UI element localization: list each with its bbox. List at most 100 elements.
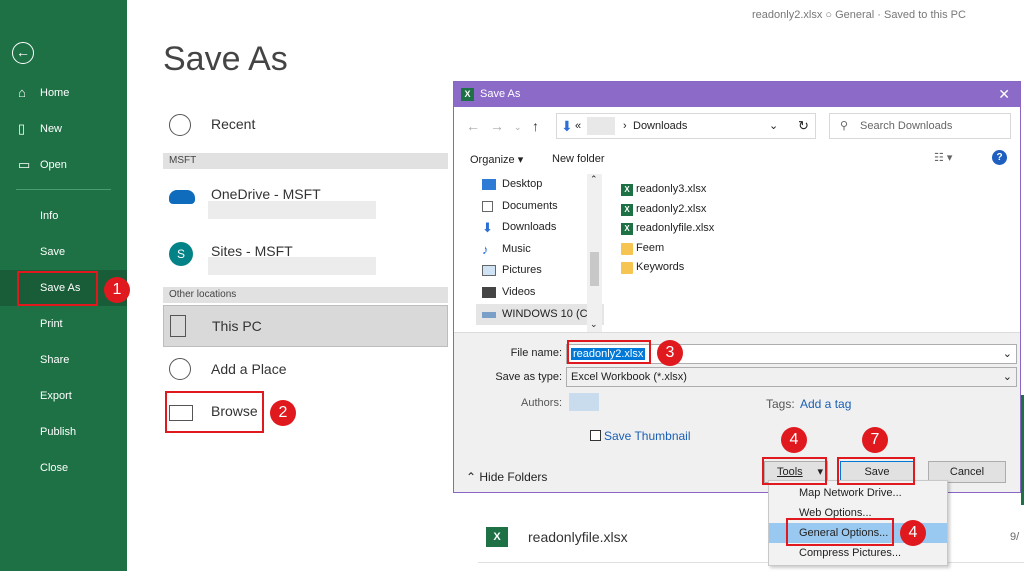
tree-item-desktop[interactable]: Desktop (476, 174, 604, 196)
thumbnail-label: Save Thumbnail (604, 429, 691, 443)
chevron-right-icon: › (623, 120, 627, 132)
videos-icon (482, 286, 496, 298)
folder-item[interactable]: Feem (620, 239, 714, 259)
step-badge-2: 2 (270, 400, 296, 426)
location-recent[interactable]: Recent (163, 104, 448, 146)
sidebar-divider (16, 189, 111, 190)
sharepoint-icon: S (169, 242, 193, 266)
menu-item-map-network-drive[interactable]: Map Network Drive... (769, 483, 947, 503)
sidebar-item-print[interactable]: Print (0, 306, 127, 342)
refresh-icon[interactable]: ↻ (798, 118, 809, 134)
music-icon: ♪ (482, 241, 489, 257)
page-title: Save As (163, 40, 288, 78)
highlight-save (837, 457, 915, 485)
tree-scrollbar[interactable]: ⌃ ⌄ (587, 174, 602, 332)
file-item[interactable]: Xreadonly3.xlsx (620, 180, 714, 200)
step-badge-3: 3 (657, 340, 683, 366)
section-other-locations: Other locations (163, 287, 448, 303)
section-msft: MSFT (163, 153, 448, 169)
sidebar-item-publish[interactable]: Publish (0, 414, 127, 450)
tree-item-documents[interactable]: Documents (476, 196, 604, 218)
tree-item-pictures[interactable]: Pictures (476, 260, 604, 282)
chevron-down-icon[interactable]: ⌄ (1003, 345, 1012, 363)
highlight-file-name (567, 340, 651, 364)
location-this-pc[interactable]: This PC (163, 305, 448, 347)
tree-item-downloads[interactable]: ⬇ Downloads (476, 217, 604, 239)
location-add-place[interactable]: Add a Place (163, 349, 448, 391)
scroll-thumb[interactable] (590, 252, 599, 286)
address-text: Downloads (633, 120, 688, 132)
excel-file-icon: X (621, 203, 633, 216)
sidebar-item-new[interactable]: ▯ New (0, 111, 127, 147)
file-item[interactable]: Xreadonly2.xlsx (620, 200, 714, 220)
highlight-save-as (17, 271, 98, 306)
highlight-general-options (786, 518, 894, 546)
navigation-bar: ← → ⌄ ↑ ⬇ « › Downloads ⌄ ↻ ⚲ Search Dow… (454, 113, 1020, 141)
help-icon[interactable]: ? (992, 150, 1007, 165)
new-doc-icon: ▯ (18, 121, 26, 136)
dialog-title: Save As (480, 88, 521, 100)
chevron-down-icon[interactable]: ⌄ (769, 114, 778, 138)
redacted-site (208, 257, 376, 275)
menu-item-compress-pictures[interactable]: Compress Pictures... (769, 543, 947, 563)
tags-input[interactable]: Add a tag (800, 397, 851, 411)
recent-file-name[interactable]: readonlyfile.xlsx (528, 529, 628, 545)
search-input[interactable]: ⚲ Search Downloads (829, 113, 1011, 139)
step-badge-4b: 4 (900, 520, 926, 546)
folder-icon (621, 242, 633, 255)
forward-icon[interactable]: → (490, 118, 504, 134)
tags-label: Tags: (766, 397, 795, 411)
highlight-tools (762, 457, 827, 485)
download-arrow-icon: ⬇ (561, 118, 573, 134)
sidebar-item-open[interactable]: ▭ Open (0, 147, 127, 183)
highlight-browse (165, 391, 264, 433)
document-status: readonly2.xlsx ○ General · Saved to this… (752, 9, 966, 21)
authors-value[interactable] (569, 393, 599, 411)
back-icon[interactable]: ← (466, 118, 480, 134)
tree-item-windows-drive[interactable]: WINDOWS 10 (C:) (476, 303, 604, 326)
file-list: Xreadonly3.xlsx Xreadonly2.xlsx Xreadonl… (620, 180, 714, 278)
save-as-dialog: X Save As ✕ ← → ⌄ ↑ ⬇ « › Downloads ⌄ ↻ … (453, 81, 1021, 493)
sidebar-item-close[interactable]: Close (0, 450, 127, 486)
chevron-down-icon[interactable]: ⌄ (1003, 368, 1012, 386)
downloads-icon: ⬇ (482, 220, 493, 236)
folder-tree: Desktop Documents ⬇ Downloads ♪ Music Pict… (476, 174, 604, 330)
address-bar[interactable]: ⬇ « › Downloads ⌄ (556, 113, 816, 139)
up-icon[interactable]: ↑ (532, 118, 539, 134)
cloud-icon (169, 190, 195, 204)
hide-folders-button[interactable]: ⌃ Hide Folders (466, 470, 547, 484)
save-type-label: Save as type: (495, 371, 562, 383)
thumbnail-checkbox[interactable] (590, 430, 601, 441)
sidebar-item-save[interactable]: Save (0, 234, 127, 270)
close-icon[interactable]: ✕ (998, 82, 1010, 107)
scroll-up-icon[interactable]: ⌃ (590, 174, 598, 185)
save-type-select[interactable]: Excel Workbook (*.xlsx) ⌄ (566, 367, 1017, 387)
tree-item-videos[interactable]: Videos (476, 282, 604, 304)
folder-open-icon: ▭ (18, 157, 31, 172)
view-options-icon[interactable]: ☷ ▾ (934, 151, 952, 164)
dialog-toolbar: Organize ▾ New folder ☷ ▾ ? (454, 149, 1020, 171)
computer-icon (170, 315, 186, 337)
sidebar-item-home[interactable]: ⌂ Home (0, 75, 127, 111)
home-icon: ⌂ (18, 85, 26, 100)
clock-icon (169, 114, 191, 136)
sidebar-item-export[interactable]: Export (0, 378, 127, 414)
organize-button[interactable]: Organize ▾ (470, 153, 523, 166)
folder-item[interactable]: Keywords (620, 258, 714, 278)
chevron-up-icon: ⌃ (466, 470, 480, 484)
step-badge-1: 1 (104, 277, 130, 303)
new-folder-button[interactable]: New folder (552, 153, 605, 165)
step-badge-7: 7 (862, 427, 888, 453)
excel-file-icon: X (486, 527, 508, 547)
drive-icon (482, 311, 496, 318)
recent-locations-icon[interactable]: ⌄ (514, 122, 522, 133)
file-item[interactable]: Xreadonlyfile.xlsx (620, 219, 714, 239)
scroll-down-icon[interactable]: ⌄ (590, 319, 598, 330)
pictures-icon (482, 265, 496, 277)
excel-file-icon: X (621, 223, 633, 235)
sidebar-item-info[interactable]: Info (0, 198, 127, 234)
tree-item-music[interactable]: ♪ Music (476, 239, 604, 261)
dialog-lower-panel: File name: readonly2.xlsx ⌄ Save as type… (454, 332, 1020, 492)
back-arrow-icon[interactable]: ← (12, 42, 34, 64)
sidebar-item-share[interactable]: Share (0, 342, 127, 378)
